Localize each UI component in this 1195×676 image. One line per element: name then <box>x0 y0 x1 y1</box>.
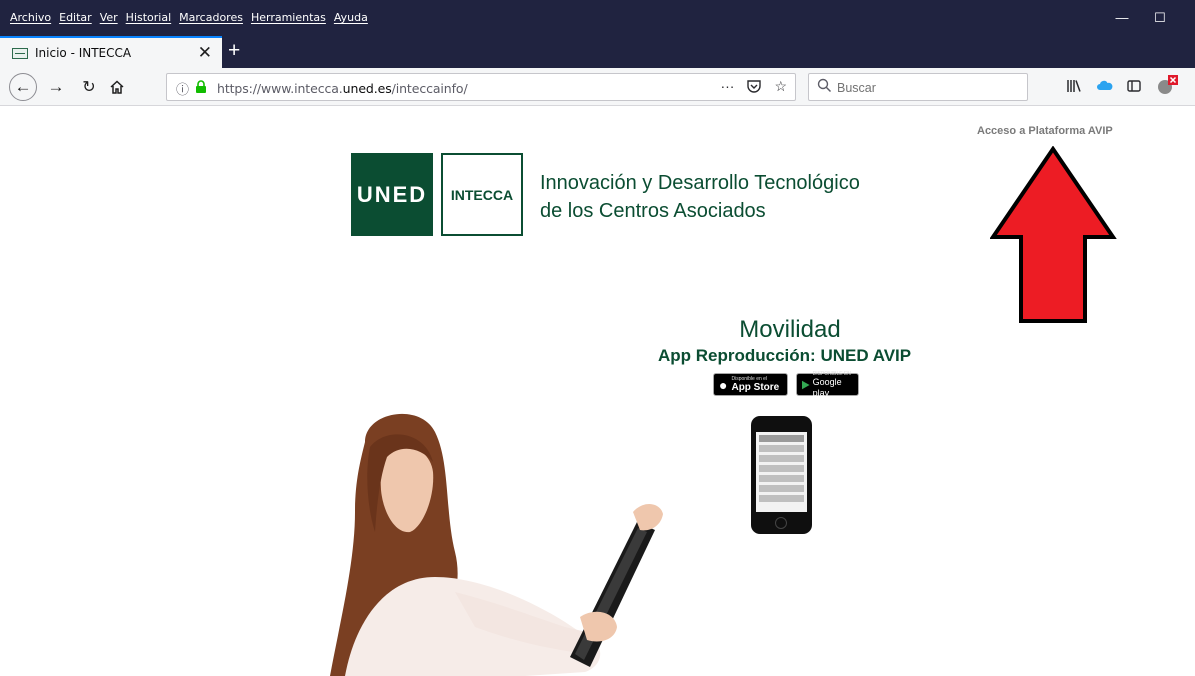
avip-platform-link[interactable]: Acceso a Plataforma AVIP <box>977 125 1113 137</box>
phone-screen-row <box>759 475 804 482</box>
menu-herramientas[interactable]: Herramientas <box>251 11 326 24</box>
phone-screen-header <box>759 435 804 442</box>
site-info-icon[interactable]: ⓘ <box>176 79 189 98</box>
new-tab-button[interactable]: + <box>228 39 248 63</box>
tab-strip: Inicio - INTECCA ✕ + <box>0 36 1195 68</box>
pocket-icon[interactable] <box>746 78 762 94</box>
sidebar-icon <box>1127 80 1141 92</box>
app-store-badge[interactable]: ● Disponible en el App Store <box>713 373 788 396</box>
intecca-logo: INTECCA <box>441 153 523 236</box>
menu-bar: Archivo Editar Ver Historial Marcadores … <box>10 11 368 24</box>
bookmark-star-icon[interactable]: ☆ <box>774 78 787 95</box>
phone-home-button <box>775 517 787 529</box>
site-tagline: Innovación y Desarrollo Tecnológico de l… <box>540 169 860 225</box>
search-placeholder: Buscar <box>837 81 876 95</box>
url-prefix: https://www.intecca. <box>217 81 343 96</box>
menu-ayuda[interactable]: Ayuda <box>334 11 368 24</box>
phone-screen-row <box>759 465 804 472</box>
intecca-favicon-icon <box>12 47 28 59</box>
url-domain: uned.es <box>342 81 392 96</box>
phone-screen-row <box>759 485 804 492</box>
menu-archivo[interactable]: Archivo <box>10 11 51 24</box>
menu-editar[interactable]: Editar <box>59 11 92 24</box>
tagline-line-2: de los Centros Asociados <box>540 200 766 222</box>
navigation-toolbar: ← → ↻ ⓘ https://www.intecca.uned.es/inte… <box>0 68 1195 106</box>
library-button[interactable] <box>1066 78 1082 97</box>
extension-badge-button[interactable] <box>1156 74 1180 99</box>
url-text: https://www.intecca.uned.es/inteccainfo/ <box>217 81 468 96</box>
tab-close-icon[interactable]: ✕ <box>198 44 212 62</box>
url-path: /inteccainfo/ <box>391 81 468 96</box>
app-reproduccion-label: App Reproducción: UNED AVIP <box>658 346 912 365</box>
appstore-big-text: App Store <box>731 382 780 393</box>
phone-screen-row <box>759 455 804 462</box>
google-play-badge[interactable]: DISPONIBLE EN Google play <box>796 371 859 398</box>
home-button[interactable] <box>106 74 128 100</box>
uned-intecca-logo[interactable]: UNED INTECCA <box>351 153 523 236</box>
gplay-big-text: Google play <box>812 376 842 398</box>
page-actions-menu-icon[interactable]: ··· <box>720 78 734 95</box>
minimize-button[interactable]: — <box>1107 10 1137 25</box>
forward-arrow-icon: → <box>47 77 65 96</box>
woman-with-tablet-image <box>330 413 663 676</box>
search-box[interactable]: Buscar <box>808 73 1028 101</box>
uned-logo: UNED <box>351 153 433 236</box>
reload-button[interactable]: ↻ <box>78 74 100 100</box>
red-up-arrow-icon <box>990 146 1117 323</box>
phone-screen-row <box>759 445 804 452</box>
lock-icon <box>196 80 206 93</box>
library-icon <box>1067 80 1081 92</box>
tagline-line-1: Innovación y Desarrollo Tecnológico <box>540 172 860 194</box>
cloud-icon <box>1097 80 1113 90</box>
phone-screen <box>756 432 807 512</box>
maximize-button[interactable]: ☐ <box>1145 10 1175 26</box>
home-icon <box>110 80 124 94</box>
sidebar-button[interactable] <box>1126 78 1142 97</box>
play-triangle-icon <box>802 380 810 389</box>
back-button[interactable]: ← <box>9 73 37 101</box>
title-bar: Archivo Editar Ver Historial Marcadores … <box>0 0 1195 36</box>
extension-x-icon <box>1158 75 1178 94</box>
menu-ver[interactable]: Ver <box>100 11 118 24</box>
menu-marcadores[interactable]: Marcadores <box>179 11 243 24</box>
page-actions: ··· ☆ <box>720 78 787 95</box>
apple-icon: ● <box>719 376 728 393</box>
phone-screen-row <box>759 495 804 502</box>
tab-inicio-intecca[interactable]: Inicio - INTECCA ✕ <box>0 36 222 68</box>
reload-icon: ↻ <box>82 79 96 96</box>
address-bar[interactable]: ⓘ https://www.intecca.uned.es/inteccainf… <box>166 73 796 101</box>
search-icon <box>817 78 832 93</box>
back-arrow-icon: ← <box>14 77 32 96</box>
smartphone-image <box>751 416 812 534</box>
web-page: Acceso a Plataforma AVIP UNED INTECCA In… <box>0 106 1195 676</box>
movilidad-heading: Movilidad <box>739 316 841 343</box>
forward-button[interactable]: → <box>45 74 67 100</box>
cloud-extension-button[interactable] <box>1096 78 1114 97</box>
tab-title: Inicio - INTECCA <box>35 46 132 60</box>
menu-historial[interactable]: Historial <box>126 11 171 24</box>
